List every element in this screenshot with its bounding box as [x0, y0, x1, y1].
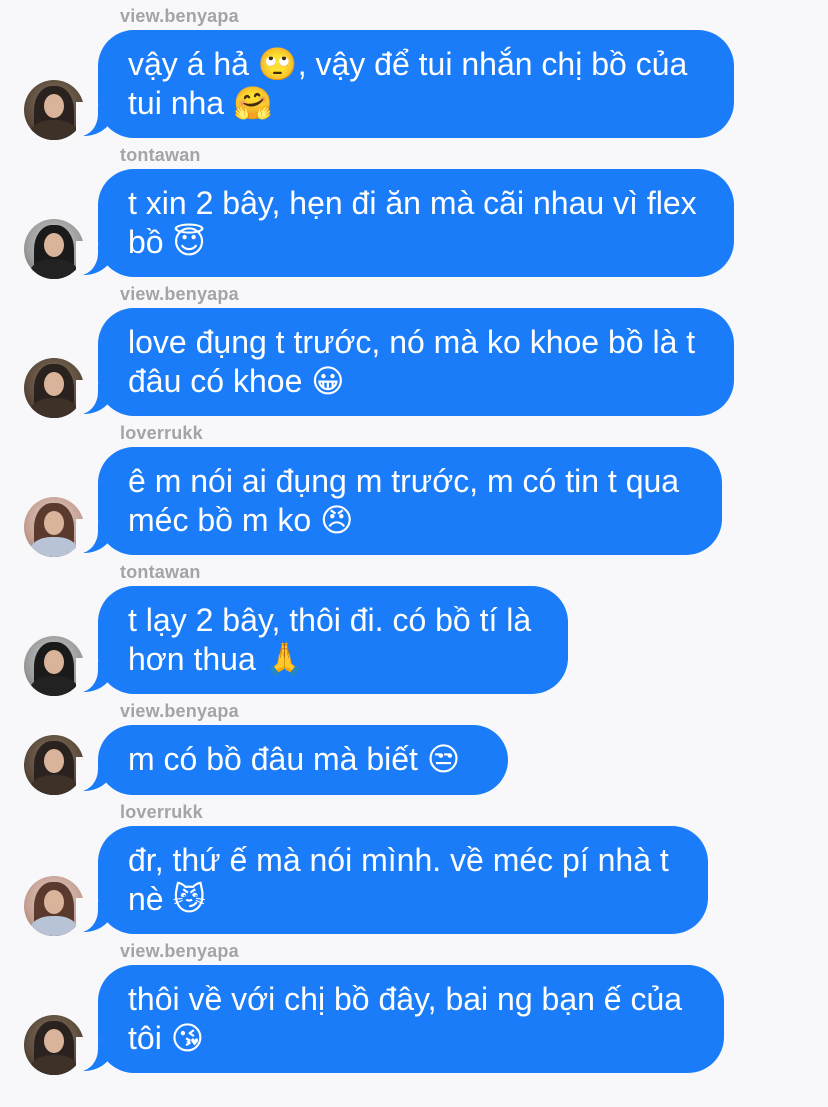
sender-name: view.benyapa [120, 941, 239, 961]
sender-name: view.benyapa [120, 701, 239, 721]
message-line: t xin 2 bây, hẹn đi ăn mà cãi nhau vì fl… [128, 185, 697, 221]
sender-name: tontawan [120, 145, 201, 165]
message-line: đr, thứ ế mà nói mình. về méc pí nhà t [128, 842, 669, 878]
message-line: vậy á hả 🙄, vậy để tui nhắn chị bồ của [128, 46, 688, 82]
message-line: t lạy 2 bây, thôi đi. có bồ tí là [128, 602, 532, 638]
sender-name: view.benyapa [120, 6, 239, 26]
message-bubble[interactable]: t lạy 2 bây, thôi đi. có bồ tí là hơn th… [98, 586, 568, 694]
avatar[interactable] [24, 80, 84, 140]
message-bubble[interactable]: ê m nói ai đụng m trước, m có tin t qua … [98, 447, 722, 555]
avatar[interactable] [24, 1015, 84, 1075]
sender-name: loverrukk [120, 802, 203, 822]
message-line: tui nha 🤗 [128, 85, 273, 121]
message-bubble[interactable]: thôi về với chị bồ đây, bai ng bạn ế của… [98, 965, 724, 1073]
avatar[interactable] [24, 219, 84, 279]
message-bubble[interactable]: love đụng t trước, nó mà ko khoe bồ là t… [98, 308, 734, 416]
message-line: méc bồ m ko 😠 [128, 502, 354, 538]
avatar[interactable] [24, 358, 84, 418]
message-line: hơn thua 🙏 [128, 641, 305, 677]
message-bubble[interactable]: vậy á hả 🙄, vậy để tui nhắn chị bồ của t… [98, 30, 734, 138]
message-line: ê m nói ai đụng m trước, m có tin t qua [128, 463, 680, 499]
message-bubble[interactable]: t xin 2 bây, hẹn đi ăn mà cãi nhau vì fl… [98, 169, 734, 277]
message-line: m có bồ đâu mà biết 😒 [128, 741, 461, 777]
sender-name: tontawan [120, 562, 201, 582]
chat-thread: view.benyapa vậy á hả 🙄, vậy để tui nhắn… [0, 0, 828, 1107]
sender-name: loverrukk [120, 423, 203, 443]
avatar[interactable] [24, 735, 84, 795]
avatar[interactable] [24, 497, 84, 557]
avatar[interactable] [24, 636, 84, 696]
message-line: tôi 😘 [128, 1020, 205, 1056]
message-line: nè 😼 [128, 881, 206, 917]
message-line: thôi về với chị bồ đây, bai ng bạn ế của [128, 981, 683, 1017]
message-line: bồ 😇 [128, 224, 206, 260]
message-line: đâu có khoe 😀 [128, 363, 345, 399]
sender-name: view.benyapa [120, 284, 239, 304]
message-bubble[interactable]: m có bồ đâu mà biết 😒 [98, 725, 508, 795]
avatar[interactable] [24, 876, 84, 936]
message-bubble[interactable]: đr, thứ ế mà nói mình. về méc pí nhà t n… [98, 826, 708, 934]
message-line: love đụng t trước, nó mà ko khoe bồ là t [128, 324, 696, 360]
